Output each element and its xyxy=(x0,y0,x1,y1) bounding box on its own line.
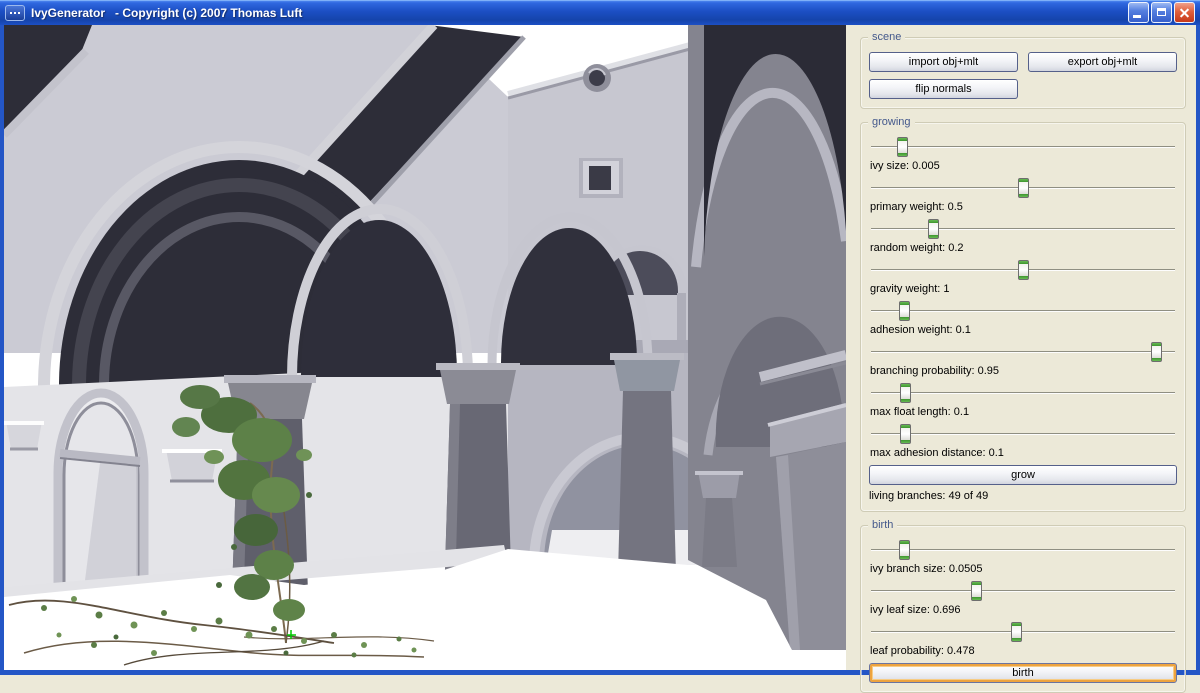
birth-button[interactable]: birth xyxy=(869,663,1177,683)
slider-thumb[interactable] xyxy=(1011,622,1022,642)
growing-slider-label-7: max adhesion distance: 0.1 xyxy=(870,447,1177,459)
slider-track[interactable] xyxy=(871,228,1175,230)
window-title: IvyGenerator - Copyright (c) 2007 Thomas… xyxy=(31,6,1122,20)
growing-slider-row-6: max float length: 0.1 xyxy=(869,383,1177,418)
birth-sliders: ivy branch size: 0.0505 ivy leaf size: 0.… xyxy=(869,540,1177,657)
growing-slider-row-3: gravity weight: 1 xyxy=(869,260,1177,295)
growing-group: growing ivy size: 0.005primary weight: 0… xyxy=(860,122,1186,512)
growing-slider-1[interactable] xyxy=(870,178,1176,199)
growing-slider-label-0: ivy size: 0.005 xyxy=(870,160,1177,172)
slider-thumb[interactable] xyxy=(900,424,911,444)
birth-group: birth ivy branch size: 0.0505 ivy leaf si… xyxy=(860,525,1186,693)
minimize-button[interactable] xyxy=(1128,2,1149,23)
app-icon xyxy=(5,5,25,21)
slider-track[interactable] xyxy=(871,590,1175,592)
growing-slider-label-5: branching probability: 0.95 xyxy=(870,365,1177,377)
slider-track[interactable] xyxy=(871,351,1175,353)
growing-slider-row-5: branching probability: 0.95 xyxy=(869,342,1177,377)
growing-slider-3[interactable] xyxy=(870,260,1176,281)
flip-normals-button[interactable]: flip normals xyxy=(869,79,1018,99)
maximize-button[interactable] xyxy=(1151,2,1172,23)
growing-slider-7[interactable] xyxy=(870,424,1176,445)
scene-group-label: scene xyxy=(868,31,905,43)
birth-slider-1[interactable] xyxy=(870,581,1176,602)
growing-slider-row-7: max adhesion distance: 0.1 xyxy=(869,424,1177,459)
slider-thumb[interactable] xyxy=(1151,342,1162,362)
grow-button[interactable]: grow xyxy=(869,465,1177,485)
growing-slider-row-1: primary weight: 0.5 xyxy=(869,178,1177,213)
slider-track[interactable] xyxy=(871,146,1175,148)
titlebar[interactable]: IvyGenerator - Copyright (c) 2007 Thomas… xyxy=(0,0,1200,25)
birth-slider-row-0: ivy branch size: 0.0505 xyxy=(869,540,1177,575)
courtyard-render xyxy=(4,25,846,670)
growing-sliders: ivy size: 0.005 primary weight: 0.5 random… xyxy=(869,137,1177,459)
slider-thumb[interactable] xyxy=(1018,260,1029,280)
control-panel: scene import obj+mlt export obj+mlt flip… xyxy=(846,25,1196,670)
slider-track[interactable] xyxy=(871,392,1175,394)
growing-slider-label-1: primary weight: 0.5 xyxy=(870,201,1177,213)
growing-slider-5[interactable] xyxy=(870,342,1176,363)
close-button[interactable] xyxy=(1174,2,1195,23)
birth-slider-2[interactable] xyxy=(870,622,1176,643)
growing-group-label: growing xyxy=(868,116,915,128)
slider-track[interactable] xyxy=(871,310,1175,312)
minimize-icon xyxy=(1133,15,1141,18)
slider-thumb[interactable] xyxy=(900,383,911,403)
scene-group: scene import obj+mlt export obj+mlt flip… xyxy=(860,37,1186,109)
birth-slider-label-2: leaf probability: 0.478 xyxy=(870,645,1177,657)
viewport-3d[interactable] xyxy=(4,25,846,670)
birth-slider-0[interactable] xyxy=(870,540,1176,561)
growing-slider-2[interactable] xyxy=(870,219,1176,240)
growing-slider-label-3: gravity weight: 1 xyxy=(870,283,1177,295)
maximize-icon xyxy=(1157,8,1166,16)
growing-slider-label-4: adhesion weight: 0.1 xyxy=(870,324,1177,336)
slider-track[interactable] xyxy=(871,433,1175,435)
slider-track[interactable] xyxy=(871,549,1175,551)
birth-slider-row-2: leaf probability: 0.478 xyxy=(869,622,1177,657)
birth-slider-label-1: ivy leaf size: 0.696 xyxy=(870,604,1177,616)
living-branches-status: living branches: 49 of 49 xyxy=(869,490,1177,502)
slider-thumb[interactable] xyxy=(899,540,910,560)
app-window: IvyGenerator - Copyright (c) 2007 Thomas… xyxy=(0,0,1200,675)
slider-thumb[interactable] xyxy=(928,219,939,239)
growing-slider-label-2: random weight: 0.2 xyxy=(870,242,1177,254)
growing-slider-row-4: adhesion weight: 0.1 xyxy=(869,301,1177,336)
growing-slider-label-6: max float length: 0.1 xyxy=(870,406,1177,418)
slider-thumb[interactable] xyxy=(897,137,908,157)
slider-thumb[interactable] xyxy=(971,581,982,601)
growing-slider-row-2: random weight: 0.2 xyxy=(869,219,1177,254)
birth-slider-row-1: ivy leaf size: 0.696 xyxy=(869,581,1177,616)
slider-track[interactable] xyxy=(871,631,1175,633)
growing-slider-row-0: ivy size: 0.005 xyxy=(869,137,1177,172)
birth-group-label: birth xyxy=(868,519,897,531)
slider-thumb[interactable] xyxy=(1018,178,1029,198)
slider-thumb[interactable] xyxy=(899,301,910,321)
growing-slider-4[interactable] xyxy=(870,301,1176,322)
import-obj-button[interactable]: import obj+mlt xyxy=(869,52,1018,72)
growing-slider-0[interactable] xyxy=(870,137,1176,158)
birth-slider-label-0: ivy branch size: 0.0505 xyxy=(870,563,1177,575)
export-obj-button[interactable]: export obj+mlt xyxy=(1028,52,1177,72)
growing-slider-6[interactable] xyxy=(870,383,1176,404)
